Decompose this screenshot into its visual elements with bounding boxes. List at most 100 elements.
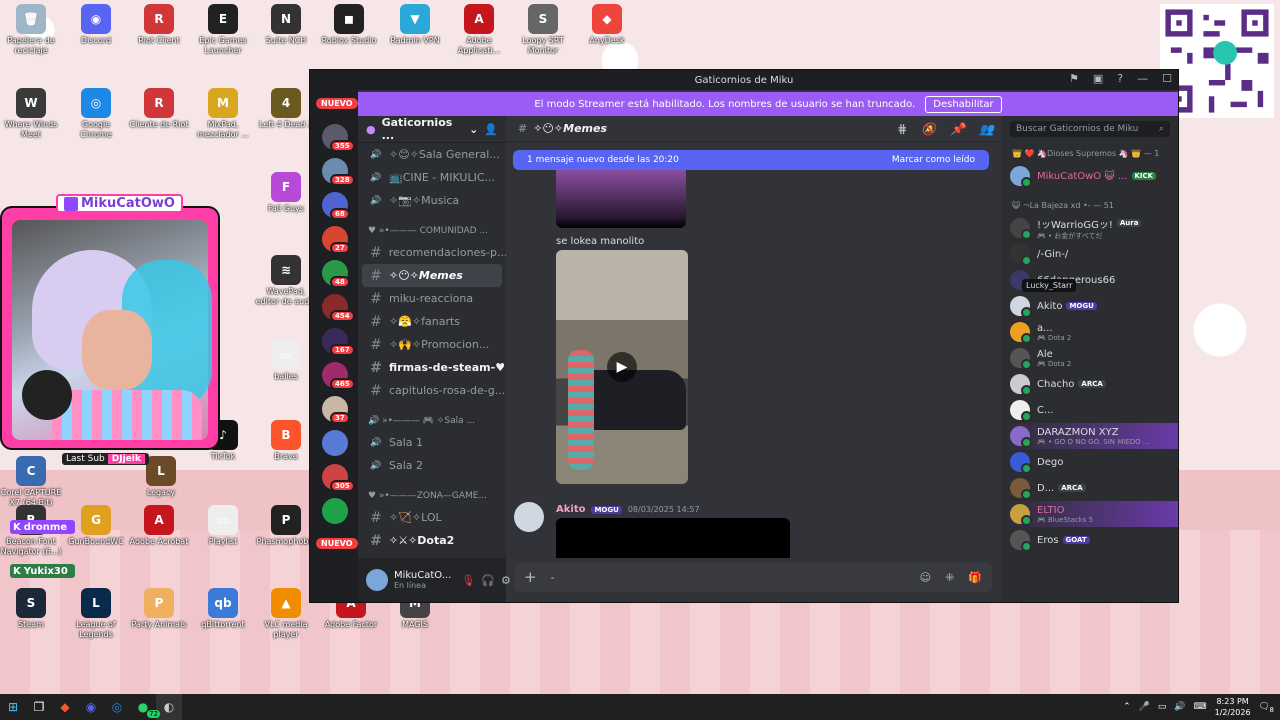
- microphone-icon[interactable]: 🎤: [1139, 702, 1150, 712]
- voice-channel[interactable]: 🔊 📺CINE - MIKULIC...: [358, 166, 506, 189]
- desktop-icon[interactable]: B Brave: [255, 420, 317, 462]
- desktop-icon[interactable]: ▭ Playlist: [192, 505, 254, 547]
- desktop-icon[interactable]: F Fall Guys: [255, 172, 317, 214]
- notifications-icon[interactable]: 🔕: [921, 122, 936, 136]
- text-channel[interactable]: # ✧🙌✧Promocion...: [358, 333, 506, 356]
- desktop-icon[interactable]: ▼ Radmin VPN: [384, 4, 446, 46]
- text-channel[interactable]: # ✧😶✧Memes: [362, 264, 502, 287]
- mark-read-button[interactable]: Marcar como leído: [892, 155, 975, 165]
- message-author[interactable]: Akito: [556, 504, 585, 515]
- minimize-button[interactable]: —: [1137, 72, 1148, 85]
- member-item[interactable]: /-Gin-/: [1002, 241, 1178, 267]
- desktop-icon[interactable]: ◼ Roblox Studio: [318, 4, 380, 46]
- member-item[interactable]: C...: [1002, 397, 1178, 423]
- voice-channel[interactable]: 🔊 Sala 2: [358, 454, 506, 477]
- voice-channel[interactable]: 🔊 Sala 1: [358, 431, 506, 454]
- member-item[interactable]: Akito MOGU: [1002, 293, 1178, 319]
- desktop-icon[interactable]: W Where Winds Meet: [0, 88, 62, 140]
- avatar[interactable]: [514, 502, 544, 532]
- desktop-icon[interactable]: ◆ AnyDesk: [576, 4, 638, 46]
- members-icon[interactable]: 👥: [979, 122, 994, 136]
- settings-icon[interactable]: ⚙: [501, 574, 511, 587]
- desktop-icon[interactable]: ▭ balles: [255, 340, 317, 382]
- text-channel[interactable]: # ✧⚔✧Dota2: [358, 529, 506, 552]
- desktop-icon[interactable]: ▲ VLC media player: [255, 588, 317, 640]
- volume-icon[interactable]: 🔊: [1174, 702, 1185, 712]
- network-icon[interactable]: ▭: [1158, 702, 1167, 712]
- task-view-icon[interactable]: ❐: [26, 694, 52, 720]
- server-icon[interactable]: [322, 498, 348, 524]
- text-channel[interactable]: # miku-reacciona: [358, 287, 506, 310]
- desktop-icon[interactable]: A Adobe Applicati...: [448, 4, 510, 56]
- help-icon[interactable]: ?: [1117, 72, 1123, 85]
- mic-muted-icon[interactable]: 🎙: [461, 574, 475, 587]
- server-icon[interactable]: [322, 430, 348, 456]
- desktop-icon[interactable]: ≋ WavePad, editor de audio: [255, 255, 317, 307]
- invite-icon[interactable]: 👤: [484, 123, 498, 136]
- member-item[interactable]: Chacho ARCA: [1002, 371, 1178, 397]
- avatar[interactable]: [366, 569, 388, 591]
- message-composer[interactable]: + - ☺ ⁜ 🎁: [514, 562, 992, 592]
- gift-icon[interactable]: 🎁: [968, 571, 982, 584]
- member-item[interactable]: Ale 🎮 Dota 2: [1002, 345, 1178, 371]
- discord-taskbar-icon[interactable]: ◉: [78, 694, 104, 720]
- desktop-icon[interactable]: A Adobe Acrobat: [128, 505, 190, 547]
- desktop-icon[interactable]: R Cliente de Riot: [128, 88, 190, 130]
- member-item[interactable]: Dego: [1002, 449, 1178, 475]
- maximize-button[interactable]: ☐: [1162, 72, 1172, 85]
- screenshare-icon[interactable]: ▣: [1093, 72, 1103, 85]
- whatsapp-icon[interactable]: ● 72: [130, 694, 160, 720]
- desktop-icon[interactable]: ◉ Discord: [65, 4, 127, 46]
- pin-icon[interactable]: 📌: [950, 122, 965, 136]
- disable-streamer-button[interactable]: Deshabilitar: [925, 95, 1002, 113]
- desktop-icon[interactable]: 4 Left 4 Dead 2: [255, 88, 317, 130]
- desktop-icon[interactable]: P Party Animals: [128, 588, 190, 630]
- threads-icon[interactable]: ⋕: [897, 122, 907, 136]
- inbox-icon[interactable]: ⚑: [1069, 72, 1079, 85]
- text-channel[interactable]: # capitulos-rosa-de-g...: [358, 379, 506, 402]
- play-icon[interactable]: ▶: [607, 352, 637, 382]
- channel-category[interactable]: ♥ »•——— COMUNIDAD ...: [358, 212, 506, 241]
- windows-start-icon[interactable]: ⊞: [0, 694, 26, 720]
- member-item[interactable]: ELTIO 🎮 BlueStacks 5: [1002, 501, 1178, 527]
- desktop-icon[interactable]: E Epic Games Launcher: [192, 4, 254, 56]
- language-icon[interactable]: ⌨: [1194, 702, 1207, 712]
- channel-category[interactable]: ♥ »•———ZONA—GAME...: [358, 477, 506, 506]
- voice-channel[interactable]: 🔊 ✧📷✧Musica: [358, 189, 506, 212]
- text-channel[interactable]: # recomendaciones-p...: [358, 241, 506, 264]
- image-attachment-2[interactable]: [556, 518, 790, 558]
- member-item[interactable]: MikuCatOwO 😺 ... KICK: [1002, 163, 1178, 189]
- member-item[interactable]: !ッWarrioGGッ! Aura 🎮 • お金がすべてだ: [1002, 215, 1178, 241]
- desktop-icon[interactable]: S Loopy SRT Monitor: [512, 4, 574, 56]
- obs-icon[interactable]: ◐: [156, 694, 182, 720]
- chevron-up-icon[interactable]: ⌃: [1123, 702, 1131, 712]
- text-channel[interactable]: # ✧😤✧fanarts: [358, 310, 506, 333]
- notifications-icon[interactable]: 🗨 8: [1259, 702, 1274, 714]
- emoji-icon[interactable]: ☺: [920, 571, 931, 584]
- search-input[interactable]: Buscar Gaticornios de Miku ⌕: [1010, 121, 1170, 137]
- video-attachment[interactable]: ▶: [556, 250, 688, 484]
- brave-icon[interactable]: ◆: [52, 694, 78, 720]
- desktop-icon[interactable]: ◎ Google Chrome: [65, 88, 127, 140]
- text-channel[interactable]: # firmas-de-steam-♥: [358, 356, 506, 379]
- apps-icon[interactable]: ⁜: [945, 571, 954, 584]
- headphones-icon[interactable]: 🎧: [481, 574, 495, 587]
- guild-header[interactable]: ● Gaticornios ... ⌄ 👤: [358, 116, 506, 143]
- desktop-icon[interactable]: N Suite NCH: [255, 4, 317, 46]
- desktop-icon[interactable]: S Steam: [0, 588, 62, 630]
- plus-icon[interactable]: +: [524, 568, 537, 586]
- desktop-icon[interactable]: C Corel CAPTURE X7 (64-Bit): [0, 456, 62, 508]
- member-item[interactable]: a... 🎮 Dota 2: [1002, 319, 1178, 345]
- image-attachment[interactable]: [556, 170, 686, 228]
- desktop-icon[interactable]: 🗑 Papelera de reciclaje: [0, 4, 62, 56]
- voice-channel[interactable]: 🔊 ✧😊✧Sala General...: [358, 143, 506, 166]
- member-item[interactable]: DARAZMON XYZ 🎮 • GO O NO GO. SIN MIEDO ..…: [1002, 423, 1178, 449]
- channel-category[interactable]: 🔊 »•——— 🎮 ✧Sala ...: [358, 402, 506, 431]
- desktop-icon[interactable]: M MixPad, mezclador ...: [192, 88, 254, 140]
- chrome-icon[interactable]: ◎: [104, 694, 130, 720]
- desktop-icon[interactable]: qb qBittorrent: [192, 588, 254, 630]
- clock[interactable]: 8:23 PM 1/2/2026: [1215, 696, 1251, 718]
- member-item[interactable]: D... ARCA: [1002, 475, 1178, 501]
- message-input[interactable]: -: [551, 571, 906, 584]
- desktop-icon[interactable]: R Riot Client: [128, 4, 190, 46]
